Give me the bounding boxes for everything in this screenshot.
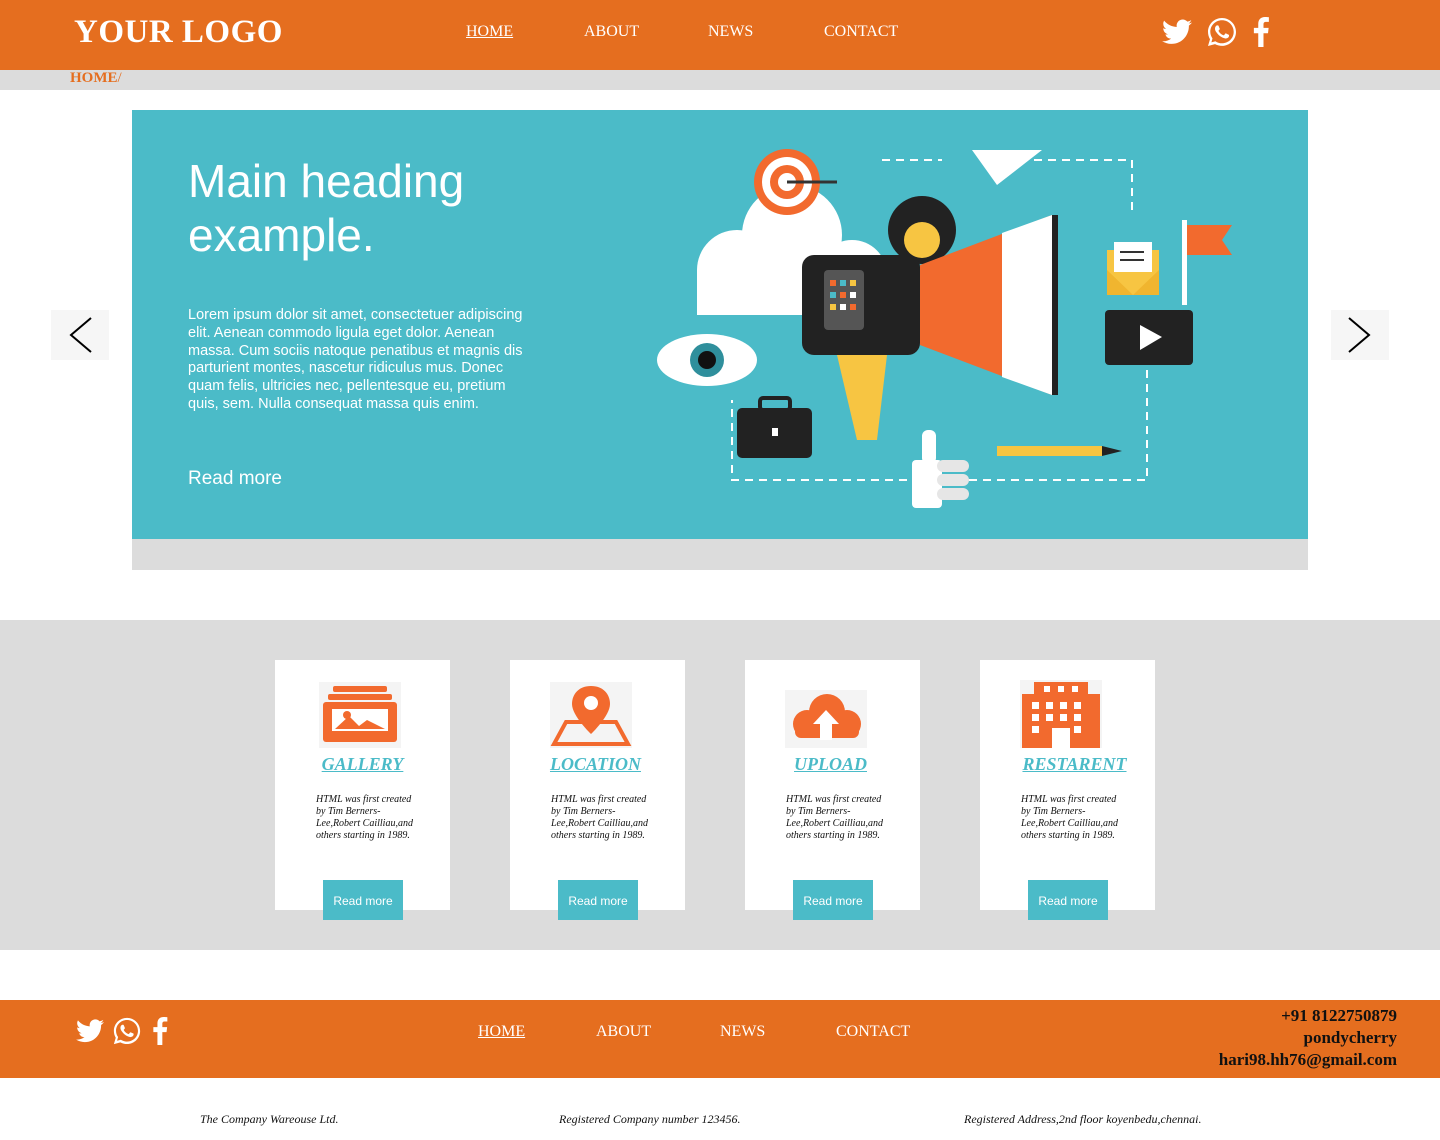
thumbs-up-icon — [912, 430, 969, 508]
footer-social-links — [76, 1016, 182, 1051]
hero-text: Lorem ipsum dolor sit amet, consectetuer… — [188, 307, 523, 412]
chevron-left-icon — [69, 317, 92, 353]
carousel-next-button[interactable] — [1331, 310, 1389, 360]
nav-news[interactable]: NEWS — [708, 23, 753, 41]
breadcrumb: HOME/ — [70, 70, 122, 87]
header-social-links — [1162, 16, 1284, 53]
facebook-icon[interactable] — [1252, 17, 1270, 52]
whatsapp-icon[interactable] — [112, 1016, 142, 1051]
whatsapp-icon[interactable] — [1206, 16, 1238, 53]
read-more-button[interactable]: Read more — [323, 880, 403, 920]
location-pin-icon — [550, 682, 632, 748]
twitter-icon[interactable] — [1162, 19, 1192, 50]
hero-read-more-link[interactable]: Read more — [188, 468, 282, 490]
site-footer: HOME ABOUT NEWS CONTACT +91 8122750879 p… — [0, 1000, 1440, 1078]
flag-icon — [1182, 220, 1232, 305]
feature-card-gallery: GALLERY HTML was first created by Tim Be… — [275, 660, 450, 920]
marketing-illustration — [657, 149, 1232, 508]
chevron-right-icon — [1348, 317, 1371, 353]
contact-info: +91 8122750879 pondycherry hari98.hh76@g… — [1219, 1005, 1397, 1071]
features-section — [0, 620, 1440, 950]
read-more-button[interactable]: Read more — [793, 880, 873, 920]
twitter-icon[interactable] — [76, 1019, 104, 1048]
feature-card-restarent: RESTARENT HTML was first created by Tim … — [980, 660, 1155, 920]
carousel-prev-button[interactable] — [51, 310, 109, 360]
read-more-button[interactable]: Read more — [1028, 880, 1108, 920]
contact-phone: +91 8122750879 — [1281, 1006, 1397, 1025]
nav-home[interactable]: HOME — [466, 23, 513, 41]
hero-banner: Main heading example. Lorem ipsum dolor … — [132, 110, 1308, 539]
breadcrumb-separator: / — [117, 70, 122, 86]
video-play-icon — [1105, 310, 1193, 365]
gallery-icon — [319, 682, 401, 748]
facebook-icon[interactable] — [152, 1017, 168, 1050]
site-logo[interactable]: YOUR LOGO — [74, 14, 283, 51]
breadcrumb-home[interactable]: HOME — [70, 70, 118, 86]
building-icon — [1020, 680, 1102, 748]
footer-nav-about[interactable]: ABOUT — [596, 1023, 651, 1041]
site-header: YOUR LOGO HOME ABOUT NEWS CONTACT — [0, 0, 1440, 70]
card-title[interactable]: RESTARENT — [987, 754, 1162, 775]
card-text: HTML was first created by Tim Berners-Le… — [786, 794, 883, 841]
card-text: HTML was first created by Tim Berners-Le… — [551, 794, 648, 841]
card-text: HTML was first created by Tim Berners-Le… — [1021, 794, 1118, 841]
hero-title: Main heading example. — [188, 155, 465, 261]
footer-nav-news[interactable]: NEWS — [720, 1023, 765, 1041]
pencil-icon — [997, 446, 1122, 456]
contact-email[interactable]: hari98.hh76@gmail.com — [1219, 1049, 1397, 1071]
hero-caption-bar — [132, 539, 1308, 570]
cloud-upload-icon — [785, 690, 867, 748]
contact-city: pondycherry — [1303, 1028, 1398, 1047]
briefcase-icon — [737, 396, 812, 458]
card-text: HTML was first created by Tim Berners-Le… — [316, 794, 413, 841]
read-more-button[interactable]: Read more — [558, 880, 638, 920]
feature-card-upload: UPLOAD HTML was first created by Tim Ber… — [743, 660, 920, 920]
eye-icon — [657, 334, 757, 386]
company-registered-address: Registered Address,2nd floor koyenbedu,c… — [964, 1112, 1202, 1126]
paper-plane-icon — [972, 150, 1042, 185]
card-title[interactable]: LOCATION — [508, 754, 683, 775]
envelope-icon — [1107, 242, 1159, 295]
company-registration-number: Registered Company number 123456. — [559, 1112, 741, 1126]
nav-contact[interactable]: CONTACT — [824, 23, 898, 41]
breadcrumb-bar: HOME/ — [0, 70, 1440, 90]
nav-about[interactable]: ABOUT — [584, 23, 639, 41]
company-name: The Company Wareouse Ltd. — [200, 1112, 339, 1126]
footer-nav-contact[interactable]: CONTACT — [836, 1023, 910, 1041]
card-title[interactable]: UPLOAD — [743, 754, 918, 775]
feature-card-location: LOCATION HTML was first created by Tim B… — [508, 660, 685, 920]
footer-nav-home[interactable]: HOME — [478, 1023, 525, 1041]
card-title[interactable]: GALLERY — [275, 754, 450, 775]
